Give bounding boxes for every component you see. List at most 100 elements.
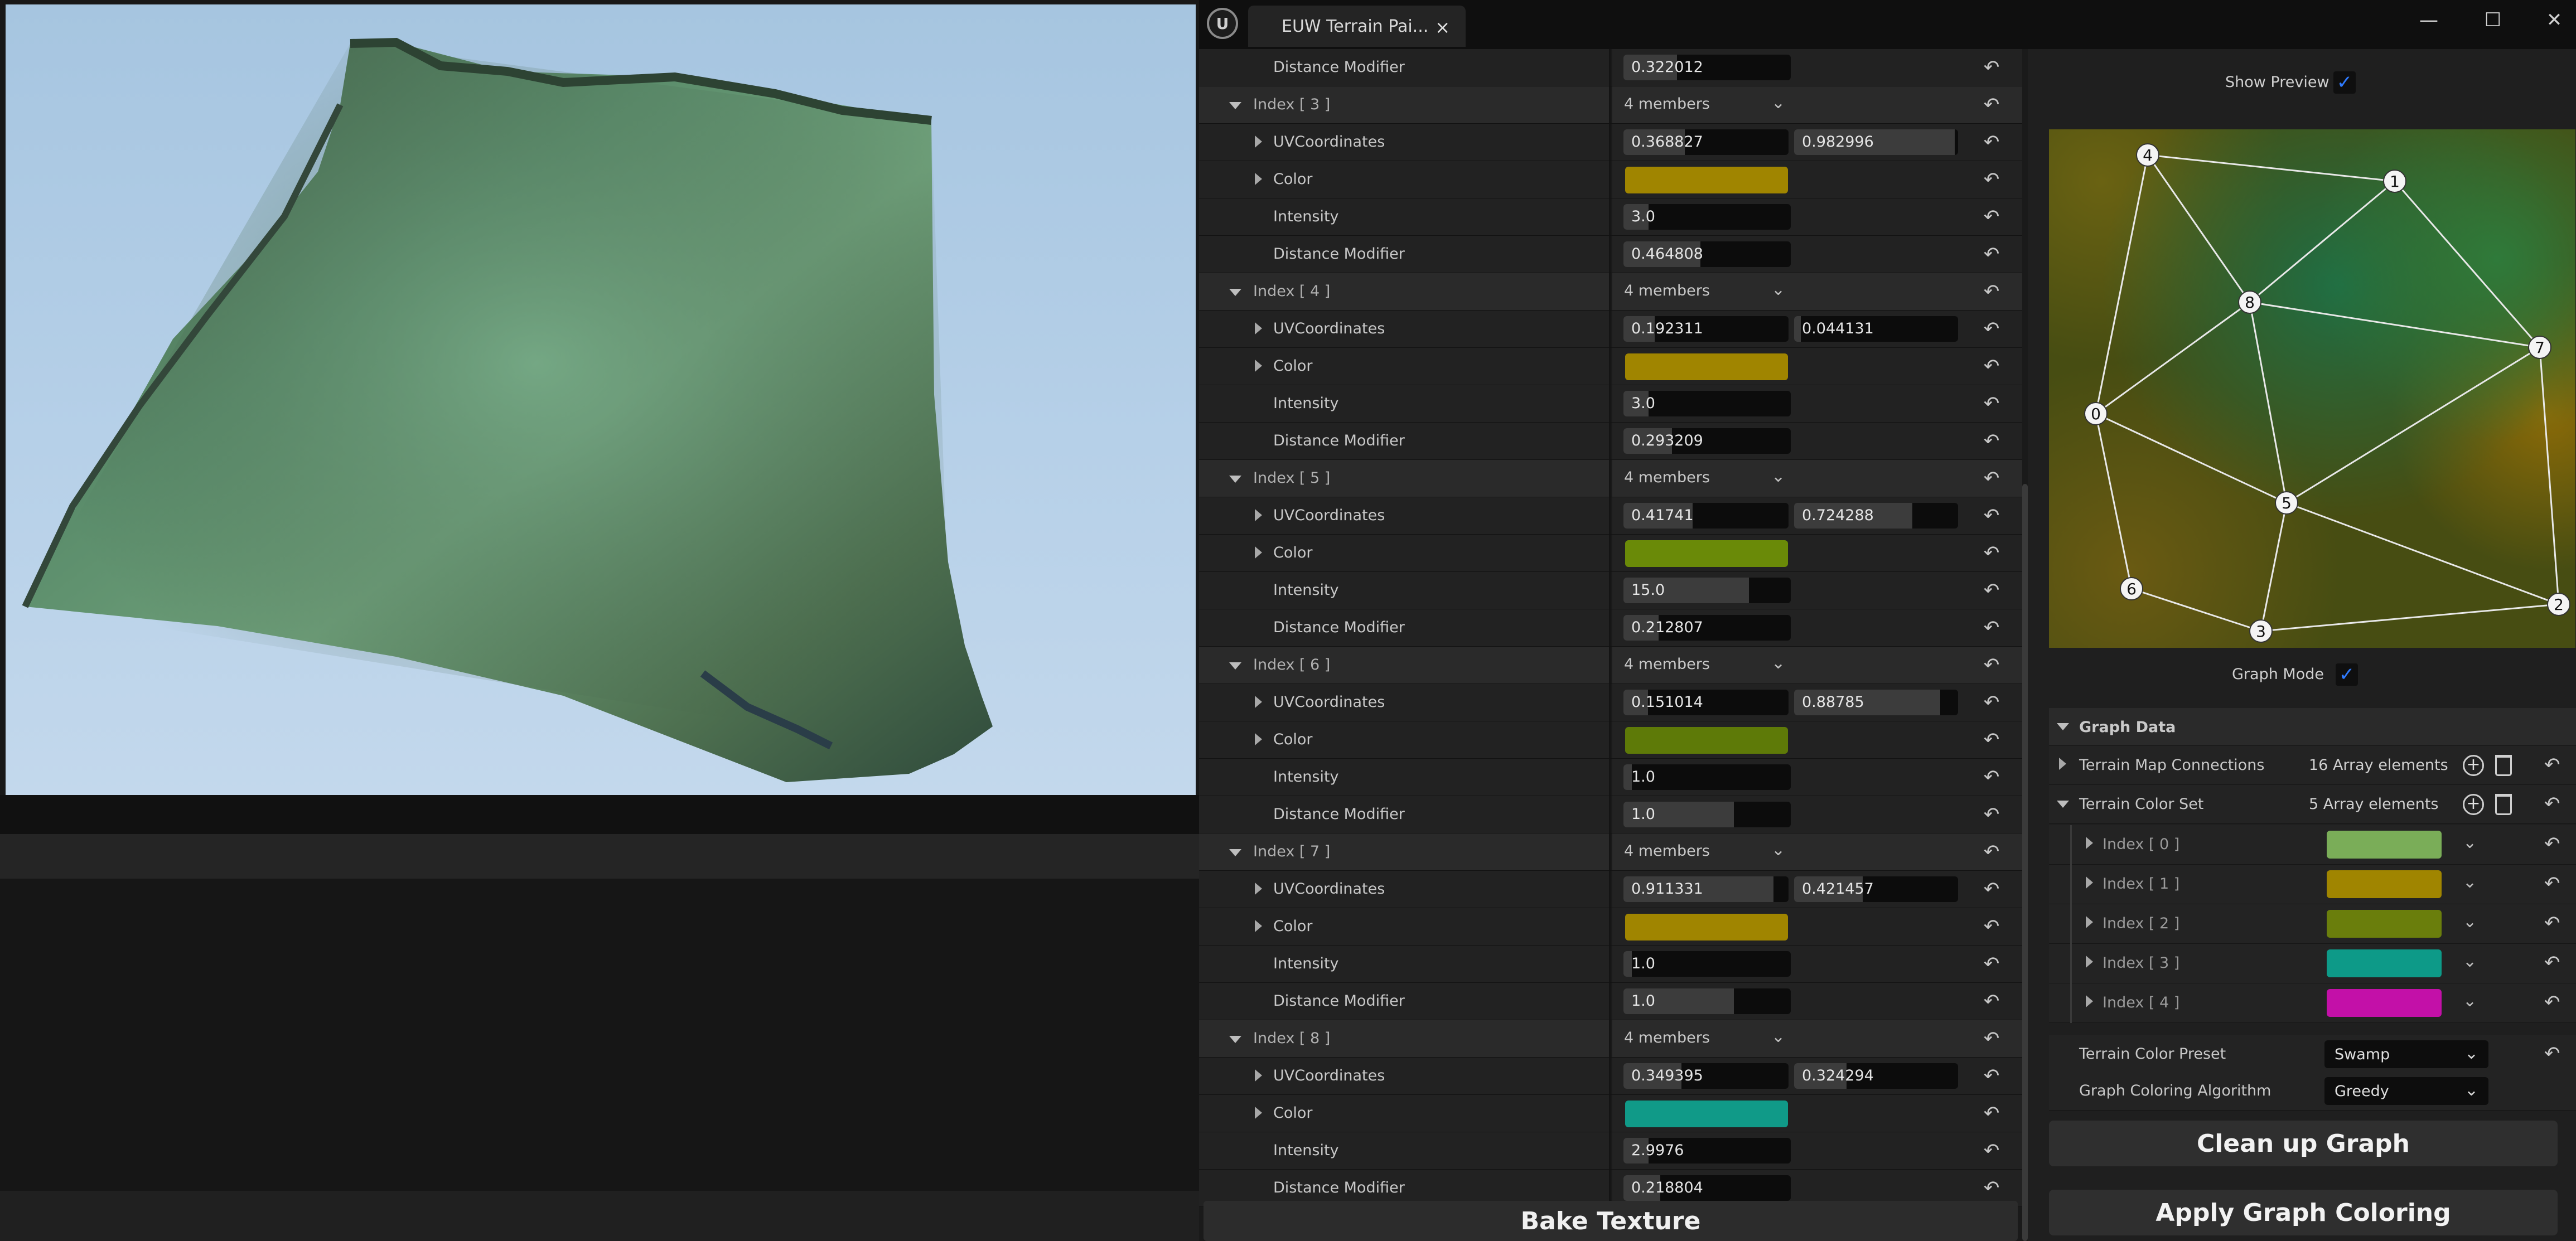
uv-y-input[interactable]: 0.421457 — [1794, 876, 1958, 902]
collapse-arrow-icon[interactable] — [1229, 1036, 1241, 1043]
expand-arrow-icon[interactable] — [2086, 956, 2093, 968]
color-set-swatch[interactable] — [2327, 831, 2442, 859]
distance-modifier-input[interactable]: 0.464808 — [1623, 241, 1791, 267]
intensity-input[interactable]: 1.0 — [1623, 764, 1791, 790]
color-swatch[interactable] — [1625, 1101, 1788, 1127]
reset-icon[interactable]: ↶ — [1961, 49, 2022, 86]
add-element-icon[interactable]: + — [2463, 794, 2484, 815]
maximize-window-button[interactable]: ☐ — [2473, 3, 2512, 37]
document-tab[interactable]: EUW Terrain Pai... × — [1248, 6, 1466, 47]
reset-icon[interactable]: ↶ — [1961, 759, 2022, 796]
terrain-viewport[interactable] — [0, 0, 1199, 1241]
chevron-down-icon[interactable]: ⌄ — [2463, 872, 2477, 892]
reset-icon[interactable]: ↶ — [2544, 793, 2560, 815]
uv-x-input[interactable]: 0.911331 — [1623, 876, 1789, 902]
bake-texture-button[interactable]: Bake Texture — [1204, 1201, 2018, 1241]
distance-modifier-input[interactable]: 0.293209 — [1623, 428, 1791, 454]
reset-icon[interactable]: ↶ — [1961, 460, 2022, 497]
reset-icon[interactable]: ↶ — [1961, 871, 2022, 908]
reset-icon[interactable]: ↶ — [1961, 983, 2022, 1020]
chevron-down-icon[interactable]: ⌄ — [2463, 912, 2477, 932]
color-swatch[interactable] — [1625, 727, 1788, 754]
expand-arrow-icon[interactable] — [2086, 916, 2093, 928]
reset-icon[interactable]: ↶ — [1961, 161, 2022, 198]
reset-icon[interactable]: ↶ — [1961, 647, 2022, 683]
graph-node[interactable]: 3 — [2249, 619, 2273, 643]
collapse-arrow-icon[interactable] — [1229, 662, 1241, 670]
uv-x-input[interactable]: 0.192311 — [1623, 316, 1789, 342]
uv-y-input[interactable]: 0.044131 — [1794, 316, 1958, 342]
graph-node[interactable]: 8 — [2238, 290, 2261, 314]
color-swatch[interactable] — [1625, 914, 1788, 941]
uv-x-input[interactable]: 0.349395 — [1623, 1063, 1789, 1089]
minimize-window-button[interactable]: — — [2409, 3, 2448, 37]
color-set-swatch[interactable] — [2327, 910, 2442, 938]
graph-node[interactable]: 6 — [2120, 577, 2143, 600]
reset-icon[interactable]: ↶ — [1961, 198, 2022, 235]
graph-node[interactable]: 0 — [2084, 402, 2108, 425]
chevron-down-icon[interactable]: ⌄ — [2463, 833, 2477, 852]
chevron-down-icon[interactable]: ⌄ — [1771, 840, 1785, 860]
index-group-header[interactable]: Index [ 5 ] 4 members ⌄ ↶ — [1199, 460, 2022, 497]
expand-arrow-icon[interactable] — [2086, 995, 2093, 1007]
graph-coloring-algorithm-dropdown[interactable]: Greedy ⌄ — [2324, 1077, 2488, 1105]
chevron-down-icon[interactable]: ⌄ — [1771, 280, 1785, 299]
close-window-button[interactable]: ✕ — [2535, 3, 2574, 37]
reset-icon[interactable]: ↶ — [1961, 946, 2022, 982]
reset-icon[interactable]: ↶ — [2544, 991, 2560, 1014]
reset-icon[interactable]: ↶ — [1961, 1095, 2022, 1132]
color-swatch[interactable] — [1625, 167, 1788, 193]
distance-modifier-input[interactable]: 0.212807 — [1623, 615, 1791, 641]
chevron-down-icon[interactable]: ⌄ — [2463, 952, 2477, 971]
details-scrollbar[interactable] — [2022, 484, 2028, 1241]
close-tab-icon[interactable]: × — [1435, 17, 1450, 38]
intensity-input[interactable]: 15.0 — [1623, 578, 1791, 603]
reset-icon[interactable]: ↶ — [2544, 872, 2560, 895]
reset-icon[interactable]: ↶ — [1961, 796, 2022, 833]
expand-arrow-icon[interactable] — [1255, 696, 1262, 708]
terrain-color-preset-dropdown[interactable]: Swamp ⌄ — [2324, 1040, 2488, 1068]
reset-icon[interactable]: ↶ — [1961, 236, 2022, 273]
index-group-header[interactable]: Index [ 4 ] 4 members ⌄ ↶ — [1199, 273, 2022, 311]
reset-icon[interactable]: ↶ — [1961, 348, 2022, 385]
uv-y-input[interactable]: 0.324294 — [1794, 1063, 1958, 1089]
reset-icon[interactable]: ↶ — [1961, 423, 2022, 459]
chevron-down-icon[interactable]: ⌄ — [1771, 467, 1785, 486]
reset-icon[interactable]: ↶ — [1961, 684, 2022, 721]
graph-node[interactable]: 7 — [2528, 336, 2551, 359]
uv-x-input[interactable]: 0.151014 — [1623, 690, 1789, 715]
expand-arrow-icon[interactable] — [2086, 876, 2093, 889]
collapse-arrow-icon[interactable] — [2057, 801, 2069, 808]
expand-arrow-icon[interactable] — [1255, 322, 1262, 335]
chevron-down-icon[interactable]: ⌄ — [1771, 93, 1785, 113]
uv-x-input[interactable]: 0.368827 — [1623, 129, 1789, 155]
reset-icon[interactable]: ↶ — [1961, 572, 2022, 609]
chevron-down-icon[interactable]: ⌄ — [1771, 1027, 1785, 1046]
reset-icon[interactable]: ↶ — [1961, 311, 2022, 347]
expand-arrow-icon[interactable] — [1255, 733, 1262, 745]
reset-icon[interactable]: ↶ — [1961, 1132, 2022, 1169]
intensity-input[interactable]: 3.0 — [1623, 391, 1791, 416]
graph-node[interactable]: 5 — [2275, 491, 2298, 515]
viewport-scene[interactable] — [6, 4, 1196, 795]
expand-arrow-icon[interactable] — [2059, 758, 2066, 770]
color-swatch[interactable] — [1625, 353, 1788, 380]
distance-modifier-input[interactable]: 0.322012 — [1623, 55, 1791, 80]
reset-icon[interactable]: ↶ — [1961, 535, 2022, 571]
index-group-header[interactable]: Index [ 6 ] 4 members ⌄ ↶ — [1199, 647, 2022, 684]
uv-x-input[interactable]: 0.41741 — [1623, 503, 1789, 529]
collapse-arrow-icon[interactable] — [1229, 476, 1241, 483]
expand-arrow-icon[interactable] — [1255, 135, 1262, 148]
chevron-down-icon[interactable]: ⌄ — [1771, 653, 1785, 673]
clean-up-graph-button[interactable]: Clean up Graph — [2049, 1121, 2558, 1166]
color-set-swatch[interactable] — [2327, 870, 2442, 898]
index-group-header[interactable]: Index [ 3 ] 4 members ⌄ ↶ — [1199, 86, 2022, 124]
collapse-arrow-icon[interactable] — [1229, 102, 1241, 109]
color-set-swatch[interactable] — [2327, 949, 2442, 977]
reset-icon[interactable]: ↶ — [2544, 754, 2560, 776]
trash-icon[interactable] — [2495, 794, 2512, 815]
chevron-down-icon[interactable]: ⌄ — [2463, 991, 2477, 1011]
expand-arrow-icon[interactable] — [1255, 360, 1262, 372]
graph-node[interactable]: 4 — [2136, 143, 2159, 167]
expand-arrow-icon[interactable] — [1255, 1069, 1262, 1082]
